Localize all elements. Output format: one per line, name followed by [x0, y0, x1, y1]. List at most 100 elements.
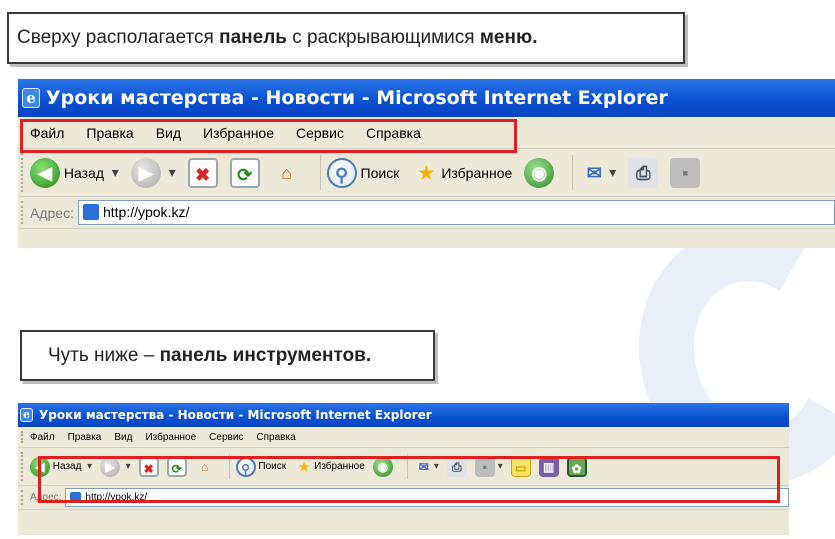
star-icon: ★ — [418, 162, 435, 183]
menu-favorites[interactable]: Избранное — [145, 432, 196, 443]
chevron-down-icon[interactable]: ▾ — [498, 461, 503, 472]
refresh-button[interactable]: ⟳ — [166, 456, 187, 477]
mail-icon: ✉ — [586, 162, 602, 183]
star-icon: ★ — [298, 459, 310, 474]
edit-icon: ▪ — [670, 157, 701, 188]
menu-view[interactable]: Вид — [114, 432, 132, 443]
messenger-button[interactable]: ✿ — [566, 456, 587, 477]
home-icon: ⌂ — [201, 459, 209, 474]
toolbar-grip[interactable] — [21, 121, 24, 144]
address-input[interactable]: http://ypok.kz/ — [65, 488, 789, 507]
separator — [228, 454, 230, 479]
menu-tools[interactable]: Сервис — [296, 125, 344, 141]
menu-tools[interactable]: Сервис — [209, 432, 243, 443]
slide: Сверху располагается панель с раскрывающ… — [0, 0, 835, 539]
forward-arrow-icon: ▶ — [100, 456, 121, 477]
mail-button[interactable]: ✉ ▾ — [579, 158, 617, 188]
menu-help[interactable]: Справка — [366, 125, 421, 141]
address-bar: Адрес: http://ypok.kz/ — [18, 197, 835, 229]
print-button[interactable]: ⎙ — [446, 456, 467, 477]
address-url: http://ypok.kz/ — [102, 204, 190, 221]
stop-button[interactable]: ✖ — [187, 157, 218, 188]
search-icon: ⚲ — [326, 157, 357, 188]
media-icon: ◉ — [524, 157, 555, 188]
home-button[interactable]: ⌂ — [272, 158, 302, 188]
home-icon: ⌂ — [281, 162, 293, 183]
printer-icon: ⎙ — [628, 157, 659, 188]
menu-bar: Файл Правка Вид Избранное Сервис Справка — [18, 427, 789, 448]
edit-icon: ▪ — [474, 456, 495, 477]
favorites-label: Избранное — [314, 461, 365, 472]
forward-button[interactable]: ▶ ▾ — [100, 456, 131, 477]
standard-toolbar: ◀ Назад ▾ ▶ ▾ ✖ ⟳ ⌂ ⚲ Поиск ★ Избранное ◉… — [18, 448, 789, 486]
search-button[interactable]: ⚲ Поиск — [235, 456, 287, 477]
favorites-button[interactable]: ★ Избранное — [294, 457, 365, 477]
callout-menu-panel: Сверху располагается панель с раскрывающ… — [7, 12, 685, 64]
toolbar-grip[interactable] — [21, 153, 24, 192]
refresh-button[interactable]: ⟳ — [229, 157, 260, 188]
menu-help[interactable]: Справка — [256, 432, 295, 443]
chevron-down-icon[interactable]: ▾ — [87, 461, 92, 472]
edit-button[interactable]: ▪ — [670, 157, 701, 188]
stop-button[interactable]: ✖ — [138, 456, 159, 477]
callout-text: Чуть ниже – панель инструментов. — [48, 344, 372, 366]
separator — [406, 454, 408, 479]
refresh-icon: ⟳ — [166, 456, 187, 477]
printer-icon: ⎙ — [446, 456, 467, 477]
window-title: Уроки мастерства - Новости - Microsoft I… — [39, 408, 432, 422]
books-icon: ▥ — [538, 456, 559, 477]
menu-favorites[interactable]: Избранное — [203, 125, 274, 141]
chevron-down-icon[interactable]: ▾ — [169, 164, 176, 181]
toolbar-grip[interactable] — [21, 490, 24, 505]
toolbar-grip[interactable] — [21, 201, 24, 224]
search-label: Поиск — [258, 461, 287, 472]
search-button[interactable]: ⚲ Поиск — [326, 157, 400, 188]
favorites-button[interactable]: ★ Избранное — [411, 158, 512, 188]
ie-icon: e — [20, 408, 33, 422]
back-label: Назад — [52, 461, 82, 472]
forward-button[interactable]: ▶ ▾ — [130, 157, 176, 188]
stop-icon: ✖ — [138, 456, 159, 477]
window-title: Уроки мастерства - Новости - Microsoft I… — [46, 87, 668, 109]
mail-button[interactable]: ✉ ▾ — [414, 457, 439, 477]
back-arrow-icon: ◀ — [30, 456, 50, 477]
butterfly-icon: ✿ — [566, 456, 587, 477]
browser-window-large: e Уроки мастерства - Новости - Microsoft… — [18, 79, 835, 248]
menu-view[interactable]: Вид — [156, 125, 181, 141]
title-bar: e Уроки мастерства - Новости - Microsoft… — [18, 403, 789, 427]
research-button[interactable]: ▥ — [538, 456, 559, 477]
menu-bar: Файл Правка Вид Избранное Сервис Справка — [18, 117, 835, 149]
chevron-down-icon[interactable]: ▾ — [112, 164, 119, 181]
toolbar-grip[interactable] — [21, 431, 24, 443]
toolbar-grip[interactable] — [21, 452, 24, 481]
back-label: Назад — [63, 164, 105, 181]
home-button[interactable]: ⌂ — [195, 457, 215, 477]
title-bar: e Уроки мастерства - Новости - Microsoft… — [18, 79, 835, 117]
search-label: Поиск — [360, 164, 400, 181]
standard-toolbar: ◀ Назад ▾ ▶ ▾ ✖ ⟳ ⌂ ⚲ Поиск ★ Избранное ◉… — [18, 149, 835, 197]
edit-button[interactable]: ▪ ▾ — [474, 456, 503, 477]
menu-edit[interactable]: Правка — [86, 125, 133, 141]
chevron-down-icon[interactable]: ▾ — [609, 164, 616, 181]
note-icon: ▭ — [510, 456, 531, 477]
media-button[interactable]: ◉ — [524, 157, 555, 188]
menu-file[interactable]: Файл — [30, 432, 55, 443]
chevron-down-icon[interactable]: ▾ — [434, 461, 439, 472]
separator — [319, 155, 321, 190]
menu-file[interactable]: Файл — [30, 125, 64, 141]
mail-icon: ✉ — [418, 459, 429, 474]
chevron-down-icon[interactable]: ▾ — [126, 461, 131, 472]
separator — [572, 155, 574, 190]
address-label: Адрес: — [30, 204, 74, 221]
address-input[interactable]: http://ypok.kz/ — [77, 200, 835, 225]
refresh-icon: ⟳ — [229, 157, 260, 188]
back-button[interactable]: ◀ Назад ▾ — [30, 456, 92, 477]
print-button[interactable]: ⎙ — [628, 157, 659, 188]
back-arrow-icon: ◀ — [30, 157, 60, 188]
discuss-button[interactable]: ▭ — [510, 456, 531, 477]
callout-toolbar: Чуть ниже – панель инструментов. — [20, 330, 435, 381]
media-button[interactable]: ◉ — [372, 456, 393, 477]
menu-edit[interactable]: Правка — [68, 432, 102, 443]
back-button[interactable]: ◀ Назад ▾ — [30, 157, 119, 188]
address-label: Адрес: — [30, 492, 62, 503]
